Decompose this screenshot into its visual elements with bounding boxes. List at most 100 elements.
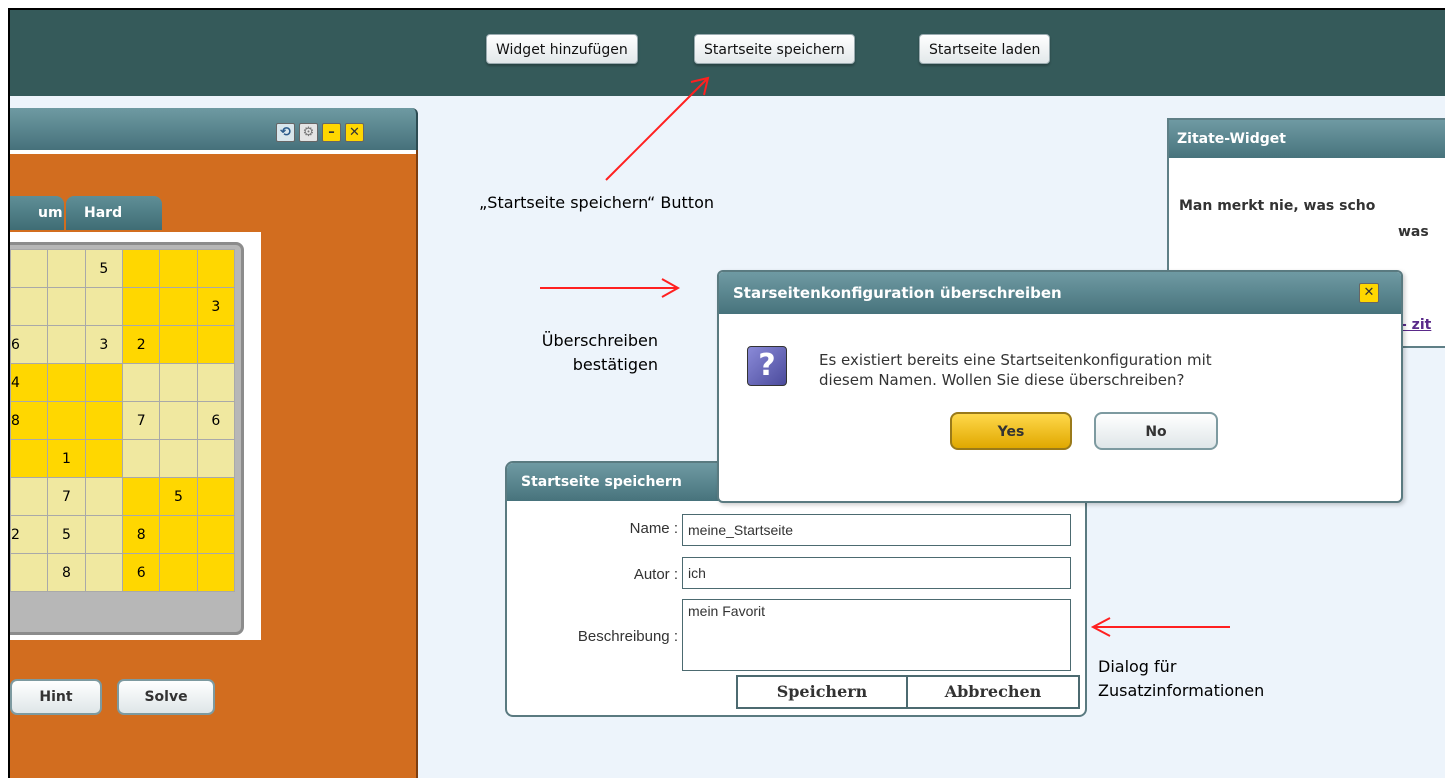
tab-hard[interactable]: Hard [66,196,162,230]
sudoku-cell[interactable]: 3 [84,325,123,364]
sudoku-row: 4 [10,363,236,402]
sudoku-cell[interactable] [159,401,198,440]
sudoku-row: 5 [10,249,236,288]
sudoku-cell[interactable] [47,249,86,288]
sudoku-cell[interactable] [196,439,236,478]
hint-button[interactable]: Hint [10,679,102,715]
sudoku-cell[interactable] [159,325,198,364]
sudoku-cell[interactable]: 6 [10,325,49,364]
sudoku-cell[interactable] [196,553,236,592]
sudoku-cell[interactable] [10,287,49,326]
no-button[interactable]: No [1094,412,1218,450]
sudoku-cell[interactable] [84,477,123,516]
tab-medium[interactable]: um [10,196,64,230]
sudoku-cell[interactable]: 1 [47,439,86,478]
top-toolbar: Widget hinzufügen Startseite speichern S… [10,10,1445,96]
sudoku-cell[interactable]: 6 [196,401,236,440]
sudoku-titlebar[interactable]: ⟲ ⚙ – ✕ [10,108,418,150]
sudoku-cell[interactable] [47,325,86,364]
sudoku-cell[interactable] [121,363,161,402]
sudoku-cell[interactable] [47,287,86,326]
sudoku-cell[interactable]: 5 [84,249,123,288]
confirm-note: Überschreiben bestätigen [508,329,658,377]
dialog-note-line2: Zusatzinformationen [1098,681,1265,700]
description-field[interactable]: mein Favorit [682,599,1071,671]
sudoku-cell[interactable] [84,515,123,554]
sudoku-cell[interactable] [84,363,123,402]
sudoku-widget: ⟲ ⚙ – ✕ um Hard 53632487617525886 [10,108,418,778]
sudoku-cell[interactable] [10,249,49,288]
sudoku-row: 258 [10,515,236,554]
sudoku-cell[interactable]: 2 [10,515,49,554]
sudoku-cell[interactable]: 7 [121,401,161,440]
confirm-message-line2: diesem Namen. Wollen Sie diese überschre… [819,371,1185,389]
sudoku-cell[interactable]: 8 [47,553,86,592]
sudoku-cell[interactable]: 5 [159,477,198,516]
sudoku-cell[interactable]: 8 [121,515,161,554]
close-icon[interactable]: ✕ [345,123,364,142]
close-icon[interactable]: ✕ [1359,283,1379,303]
quote-link[interactable]: - zit [1401,317,1431,333]
solve-button[interactable]: Solve [117,679,215,715]
confirm-note-line1: Überschreiben [541,331,658,350]
gear-icon[interactable]: ⚙ [299,123,318,142]
abbrechen-button[interactable]: Abbrechen [908,675,1080,709]
sudoku-cell[interactable] [10,439,49,478]
question-icon: ? [747,346,787,386]
sudoku-cell[interactable]: 3 [196,287,236,326]
save-homepage-button[interactable]: Startseite speichern [694,34,855,64]
sudoku-cell[interactable] [121,477,161,516]
quote-widget-title[interactable]: Zitate-Widget [1169,120,1445,158]
confirm-message-line1: Es existiert bereits eine Startseitenkon… [819,351,1212,369]
name-label: Name : [629,520,678,537]
sudoku-cell[interactable] [84,287,123,326]
sudoku-cell[interactable] [121,439,161,478]
save-button-note: „Startseite speichern“ Button [479,193,715,212]
sudoku-cell[interactable] [196,325,236,364]
sudoku-cell[interactable]: 2 [121,325,161,364]
sudoku-cell[interactable] [10,477,49,516]
author-field[interactable]: ich [682,557,1071,589]
sudoku-cell[interactable] [84,401,123,440]
name-field[interactable]: meine_Startseite [682,514,1071,546]
sudoku-cell[interactable] [84,439,123,478]
add-widget-button[interactable]: Widget hinzufügen [486,34,638,64]
minimize-icon[interactable]: – [322,123,341,142]
sudoku-cell[interactable] [196,363,236,402]
sudoku-cell[interactable] [159,439,198,478]
yes-button[interactable]: Yes [950,412,1072,450]
sudoku-cell[interactable] [196,249,236,288]
sudoku-cell[interactable] [159,363,198,402]
sudoku-cell[interactable]: 8 [10,401,49,440]
sudoku-board-area: 53632487617525886 [10,232,261,640]
sudoku-grid: 53632487617525886 [10,249,236,592]
sudoku-cell[interactable] [84,553,123,592]
sudoku-row: 8 76 [10,401,236,440]
app-frame: Widget hinzufügen Startseite speichern S… [8,8,1445,778]
sudoku-cell[interactable]: 7 [47,477,86,516]
sudoku-cell[interactable] [159,553,198,592]
dialog-note-line1: Dialog für [1098,657,1177,676]
confirm-dialog-title[interactable]: Starseitenkonfiguration überschreiben [719,272,1401,314]
author-label: Autor : [633,566,678,583]
sudoku-row: 86 [10,553,236,592]
dialog-note: Dialog für Zusatzinformationen [1098,655,1264,703]
quote-text-line1: Man merkt nie, was scho [1179,198,1376,214]
sudoku-cell[interactable]: 4 [10,363,49,402]
sudoku-cell[interactable] [159,287,198,326]
sudoku-cell[interactable] [196,515,236,554]
sudoku-cell[interactable] [196,477,236,516]
sudoku-cell[interactable]: 5 [47,515,86,554]
sudoku-cell[interactable] [121,249,161,288]
sudoku-cell[interactable]: 6 [121,553,161,592]
sudoku-cell[interactable] [159,515,198,554]
load-homepage-button[interactable]: Startseite laden [919,34,1051,64]
sudoku-cell[interactable] [47,401,86,440]
refresh-icon[interactable]: ⟲ [276,123,295,142]
sudoku-cell[interactable] [121,287,161,326]
sudoku-cell[interactable] [159,249,198,288]
speichern-button[interactable]: Speichern [736,675,908,709]
sudoku-cell[interactable] [47,363,86,402]
sudoku-cell[interactable] [10,553,49,592]
sudoku-row: 75 [10,477,236,516]
